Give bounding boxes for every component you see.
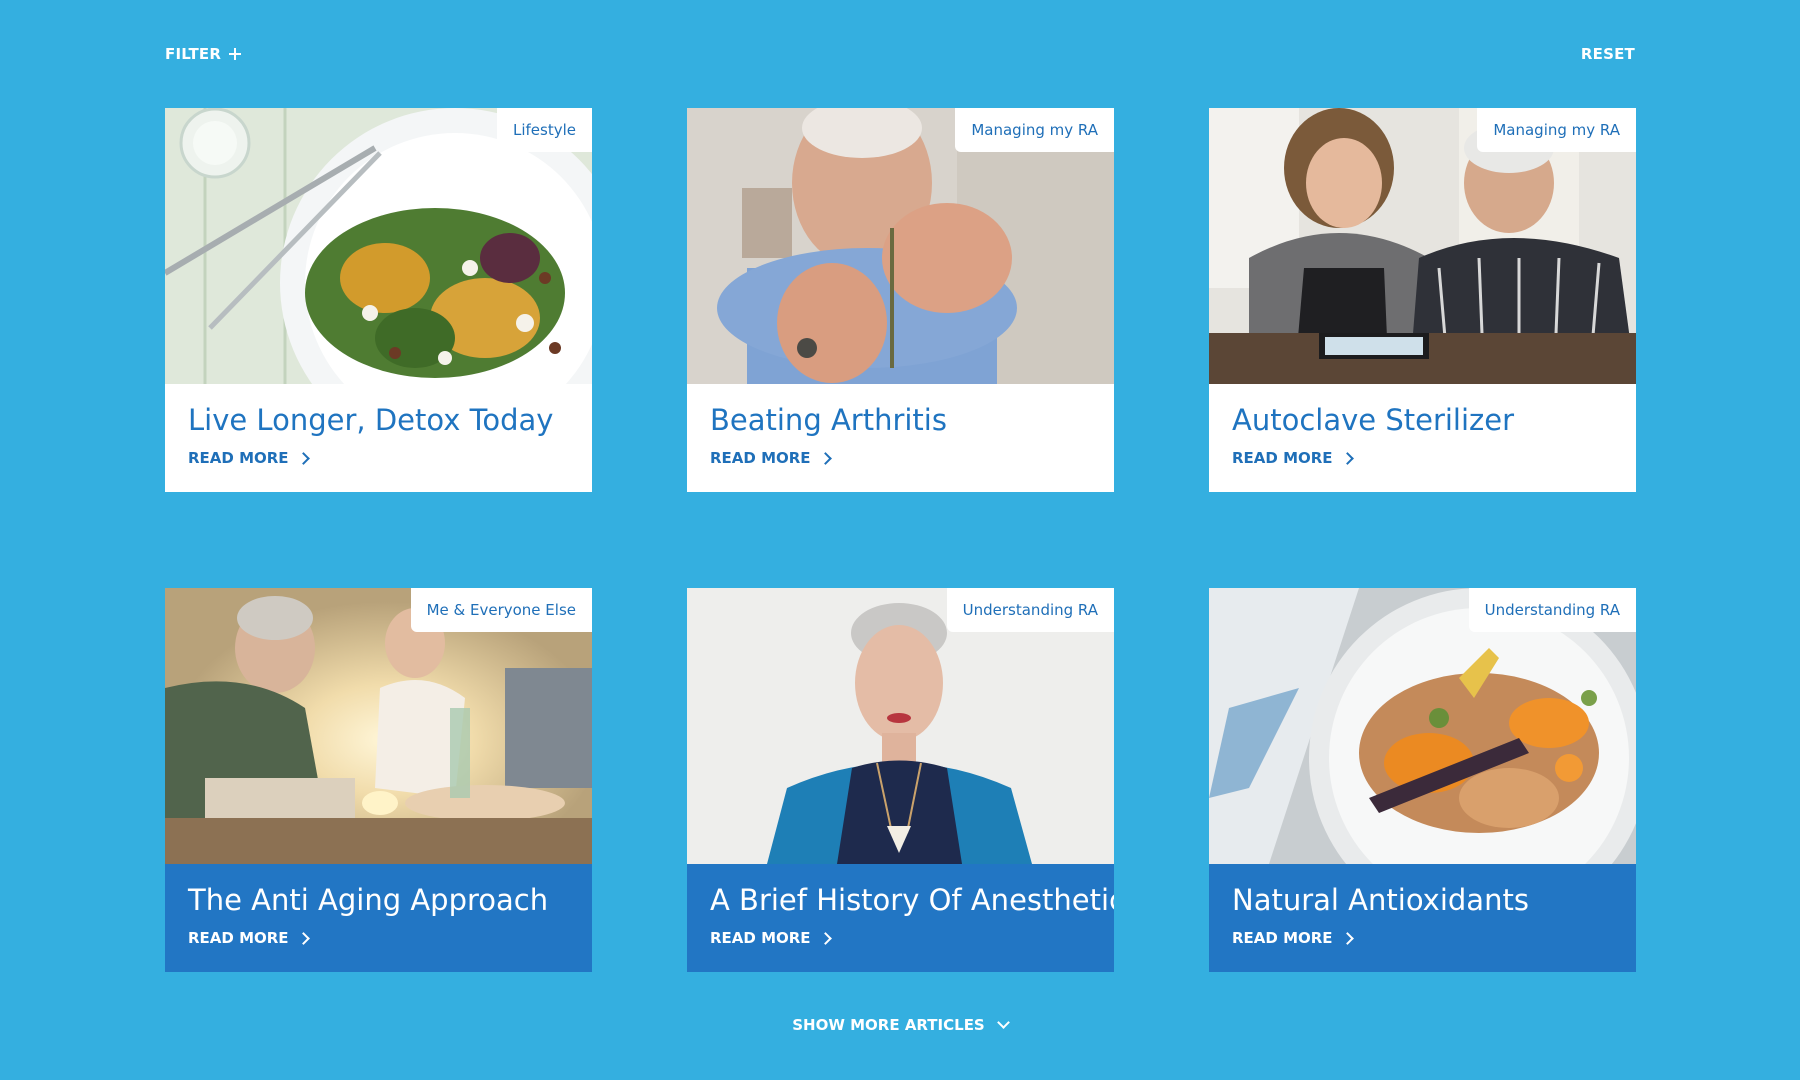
read-more-link[interactable]: READ MORE [710,449,1091,467]
article-title[interactable]: Live Longer, Detox Today [188,402,569,438]
category-tag[interactable]: Managing my RA [1477,108,1636,152]
category-tag[interactable]: Managing my RA [955,108,1114,152]
article-image-couple-dock: Me & Everyone Else [165,588,592,864]
filter-label: FILTER [165,45,222,63]
show-more-label: SHOW MORE ARTICLES [792,1016,985,1034]
article-image-woman-portrait: Understanding RA [687,588,1114,864]
read-more-label: READ MORE [710,449,811,467]
article-card[interactable]: Understanding RA A Brief History Of Anes… [687,588,1114,972]
article-image-couple-tablet: Managing my RA [1209,108,1636,384]
article-image-carrot-dish: Understanding RA [1209,588,1636,864]
read-more-link[interactable]: READ MORE [1232,929,1613,947]
chevron-right-icon [296,452,310,465]
article-title[interactable]: The Anti Aging Approach [188,882,569,918]
plus-icon [229,48,242,60]
chevron-right-icon [1340,932,1354,945]
article-title[interactable]: Natural Antioxidants [1232,882,1613,918]
chevron-down-icon [996,1016,1010,1029]
chevron-right-icon [818,452,832,465]
reset-button[interactable]: RESET [1581,45,1635,63]
article-card[interactable]: Managing my RA Autoclave Sterilizer READ… [1209,108,1636,492]
article-card[interactable]: Lifestyle Live Longer, Detox Today READ … [165,108,592,492]
show-more-articles-button[interactable]: SHOW MORE ARTICLES [0,1016,1800,1034]
article-title[interactable]: A Brief History Of Anesthetics [710,882,1114,918]
article-image-elderly-man: Managing my RA [687,108,1114,384]
category-tag[interactable]: Understanding RA [1468,588,1636,632]
category-tag[interactable]: Me & Everyone Else [410,588,592,632]
article-title[interactable]: Autoclave Sterilizer [1232,402,1613,438]
filter-button[interactable]: FILTER [165,45,242,63]
read-more-label: READ MORE [710,929,811,947]
article-card[interactable]: Understanding RA Natural Antioxidants RE… [1209,588,1636,972]
read-more-label: READ MORE [188,449,289,467]
read-more-label: READ MORE [1232,449,1333,467]
category-tag[interactable]: Lifestyle [496,108,592,152]
read-more-link[interactable]: READ MORE [710,929,1091,947]
read-more-label: READ MORE [188,929,289,947]
read-more-link[interactable]: READ MORE [188,449,569,467]
category-tag[interactable]: Understanding RA [946,588,1114,632]
read-more-link[interactable]: READ MORE [188,929,569,947]
article-card[interactable]: Me & Everyone Else The Anti Aging Approa… [165,588,592,972]
filter-toolbar: FILTER RESET [165,42,1635,66]
chevron-right-icon [1340,452,1354,465]
article-card[interactable]: Managing my RA Beating Arthritis READ MO… [687,108,1114,492]
article-grid: Lifestyle Live Longer, Detox Today READ … [165,108,1636,972]
article-title[interactable]: Beating Arthritis [710,402,1091,438]
read-more-label: READ MORE [1232,929,1333,947]
article-image-salad: Lifestyle [165,108,592,384]
chevron-right-icon [296,932,310,945]
chevron-right-icon [818,932,832,945]
read-more-link[interactable]: READ MORE [1232,449,1613,467]
